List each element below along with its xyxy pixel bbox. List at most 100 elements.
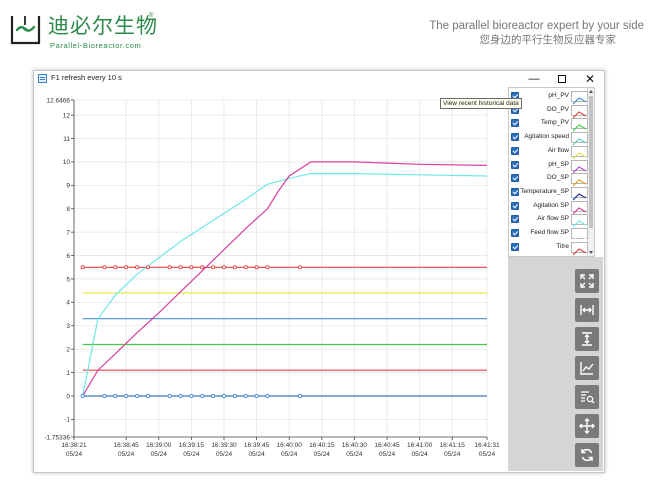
x-tick-label-time: 16:40:15 bbox=[309, 442, 335, 449]
data-search-icon bbox=[581, 391, 595, 404]
x-tick-label-date: 05/24 bbox=[314, 451, 331, 458]
legend-item[interactable]: pH_SP bbox=[509, 159, 589, 173]
legend-label: Air flow bbox=[547, 146, 569, 154]
data-point bbox=[298, 393, 303, 399]
legend-color-swatch[interactable] bbox=[571, 91, 588, 105]
window-titlebar[interactable]: F1 refresh every 10 s — ✕ bbox=[34, 71, 604, 87]
x-tick-label-date: 05/24 bbox=[66, 451, 83, 458]
x-tick-label-date: 05/24 bbox=[118, 451, 135, 458]
trend-chart[interactable]: 12.6466 12 11 10 9 8 7 6 5 4 3 2 1 0 -1 -1.75336 16:38:2… bbox=[34, 87, 504, 471]
legend-checkbox[interactable] bbox=[511, 174, 519, 183]
y-tick-label: -1 bbox=[64, 417, 70, 424]
legend-color-swatch[interactable] bbox=[571, 241, 588, 256]
pan-button[interactable] bbox=[575, 414, 599, 438]
data-point bbox=[265, 393, 270, 399]
data-point bbox=[145, 265, 150, 270]
data-point bbox=[200, 265, 205, 270]
x-tick-label-date: 05/24 bbox=[479, 451, 496, 458]
zoom-y-button[interactable] bbox=[575, 327, 599, 351]
legend-item[interactable]: Temp_PV bbox=[509, 117, 589, 132]
legend-checkbox[interactable] bbox=[511, 229, 519, 237]
horizontal-zoom-icon bbox=[580, 305, 594, 315]
minimize-button[interactable]: — bbox=[520, 71, 548, 87]
maximize-icon bbox=[558, 75, 566, 83]
series-line bbox=[82, 173, 488, 397]
legend-label: pH_PV bbox=[548, 92, 569, 99]
legend-item[interactable]: Air flow bbox=[509, 145, 589, 160]
data-point bbox=[211, 265, 216, 270]
legend-color-swatch[interactable] bbox=[571, 159, 588, 173]
legend-item[interactable]: Temperature_SP bbox=[509, 186, 589, 201]
legend-item[interactable]: Air flow SP bbox=[509, 213, 589, 228]
y-tick-label: -1.75336 bbox=[44, 434, 70, 441]
legend-color-swatch[interactable] bbox=[571, 173, 588, 187]
data-point bbox=[167, 265, 172, 270]
legend-color-swatch[interactable] bbox=[571, 214, 588, 228]
legend-color-swatch[interactable] bbox=[571, 132, 588, 146]
scroll-up-arrow-icon[interactable] bbox=[589, 90, 593, 93]
x-tick-label-date: 05/24 bbox=[183, 451, 200, 458]
chart-tools-panel bbox=[508, 257, 603, 471]
slogan-cn: 您身边的平行生物反应器专家 bbox=[479, 34, 617, 46]
legend-item[interactable]: Feed flow SP bbox=[509, 227, 589, 242]
legend-color-swatch[interactable] bbox=[571, 118, 588, 132]
legend-color-swatch[interactable] bbox=[571, 228, 588, 242]
legend-label: Agitation SP bbox=[533, 201, 569, 209]
legend-checkbox[interactable] bbox=[511, 187, 519, 196]
x-tick-label-time: 16:41:15 bbox=[440, 442, 466, 449]
data-point bbox=[265, 265, 270, 270]
data-point bbox=[221, 393, 227, 399]
line-chart-icon bbox=[580, 362, 594, 375]
data-point bbox=[102, 393, 107, 399]
y-tick-label: 9 bbox=[66, 183, 70, 190]
x-tick-label-time: 16:39:15 bbox=[179, 442, 205, 449]
data-point bbox=[113, 265, 118, 270]
legend-label: Titre bbox=[556, 242, 569, 250]
x-tick-label-time: 16:40:00 bbox=[277, 442, 303, 449]
close-button[interactable]: ✕ bbox=[576, 71, 604, 87]
refresh-button[interactable] bbox=[575, 443, 599, 467]
series-legend: pH_PV DO_PV Temp_PV Agitation speed Air flow… bbox=[508, 87, 595, 257]
legend-checkbox[interactable] bbox=[511, 160, 519, 169]
legend-item[interactable]: Titre bbox=[509, 241, 589, 256]
legend-color-swatch[interactable] bbox=[571, 145, 588, 160]
legend-color-swatch[interactable] bbox=[571, 200, 588, 215]
legend-item[interactable]: Agitation SP bbox=[509, 200, 589, 215]
legend-checkbox[interactable] bbox=[511, 201, 519, 210]
legend-item[interactable]: Agitation speed bbox=[509, 131, 589, 146]
x-tick-label-date: 05/24 bbox=[346, 451, 363, 458]
data-point bbox=[124, 265, 129, 270]
y-tick-label: 2 bbox=[66, 346, 70, 353]
legend-checkbox[interactable] bbox=[511, 215, 519, 224]
legend-checkbox[interactable] bbox=[511, 242, 519, 251]
x-tick-label-time: 16:38:21 bbox=[61, 442, 87, 449]
data-search-button[interactable] bbox=[575, 385, 599, 409]
legend-color-swatch[interactable] bbox=[571, 186, 588, 201]
y-tick-label: 8 bbox=[66, 206, 70, 213]
legend-checkbox[interactable] bbox=[511, 146, 519, 155]
x-tick-label-date: 05/24 bbox=[281, 451, 298, 458]
zoom-x-button[interactable] bbox=[575, 298, 599, 322]
fit-screen-button[interactable] bbox=[575, 269, 599, 293]
y-tick-label: 5 bbox=[66, 276, 70, 283]
vertical-zoom-icon bbox=[582, 332, 592, 346]
data-point bbox=[243, 393, 248, 399]
brand-name-en: Parallel-Bioreactor.com bbox=[50, 41, 142, 50]
maximize-button[interactable] bbox=[548, 71, 576, 87]
legend-checkbox[interactable] bbox=[511, 119, 519, 128]
legend-checkbox[interactable] bbox=[511, 133, 519, 142]
scroll-down-arrow-icon[interactable] bbox=[589, 251, 593, 254]
data-point bbox=[113, 393, 118, 399]
data-point bbox=[243, 265, 248, 270]
y-tick-label: 10 bbox=[63, 159, 71, 166]
x-tick-label-time: 16:38:45 bbox=[114, 442, 140, 449]
x-tick-label-date: 05/24 bbox=[248, 451, 265, 458]
chart-mode-button[interactable] bbox=[575, 356, 599, 380]
legend-color-swatch[interactable] bbox=[571, 104, 588, 119]
legend-label: DO_PV bbox=[546, 105, 569, 113]
legend-item[interactable]: DO_SP bbox=[509, 172, 589, 187]
data-point bbox=[254, 393, 259, 399]
scroll-thumb[interactable] bbox=[589, 96, 593, 228]
x-tick-label-date: 05/24 bbox=[411, 451, 428, 458]
legend-label: Temperature_SP bbox=[520, 187, 569, 195]
